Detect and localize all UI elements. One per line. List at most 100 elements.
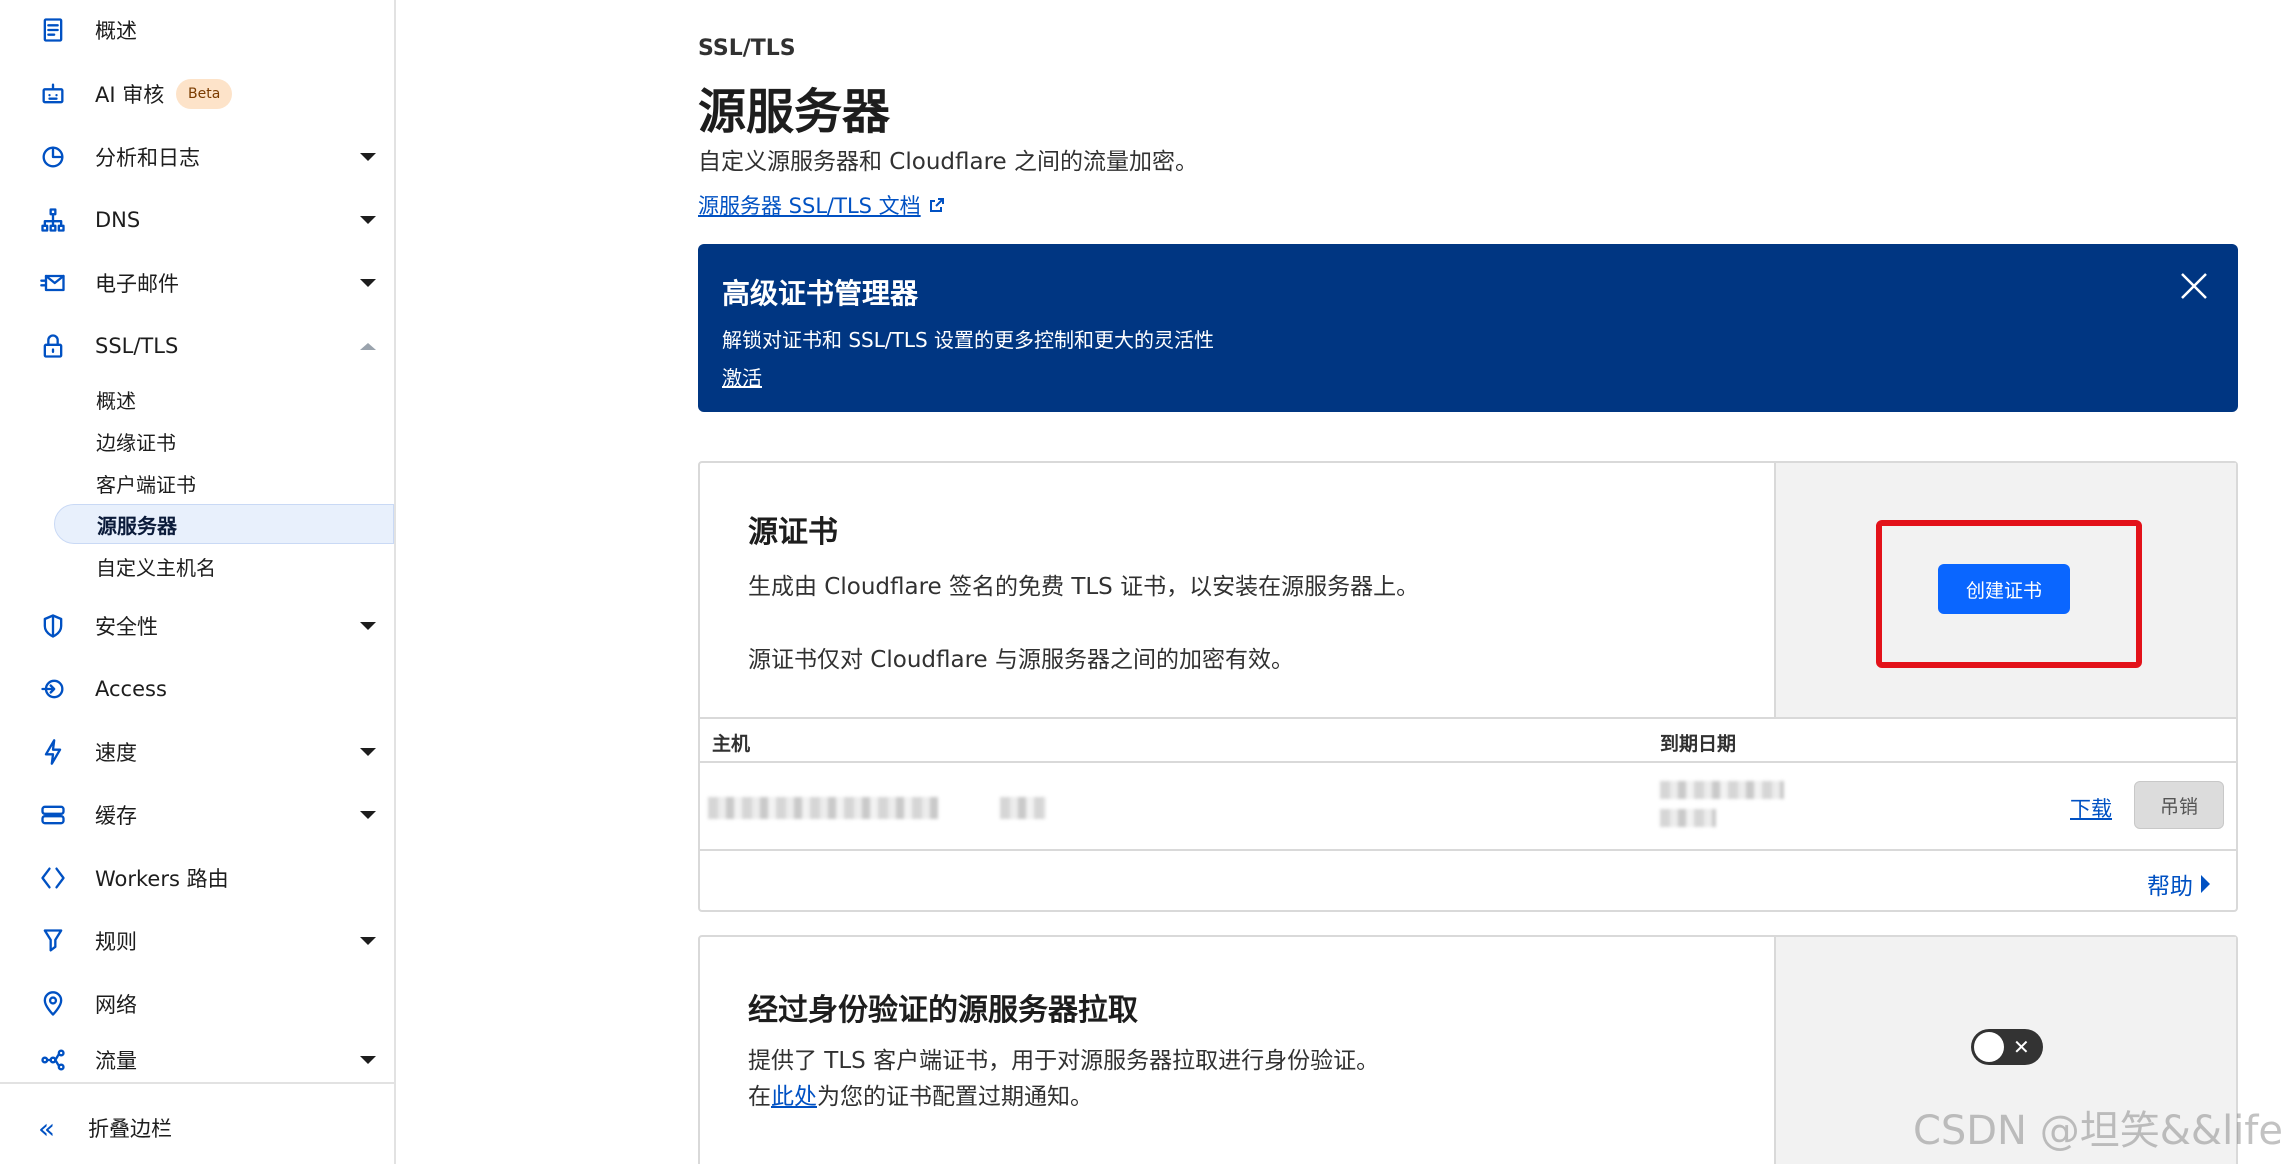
lightning-icon [38, 737, 68, 767]
toggle-off-icon: ✕ [2013, 1035, 2030, 1059]
card-title: 经过身份验证的源服务器拉取 [748, 993, 1138, 1028]
download-link[interactable]: 下载 [2070, 793, 2112, 823]
authenticated-origin-pulls-toggle[interactable]: ✕ [1971, 1029, 2043, 1065]
sidebar-subitem-edge-certificates[interactable]: 边缘证书 [54, 421, 394, 461]
sidebar-item-label: 电子邮件 [95, 272, 179, 296]
double-chevron-left-icon: « [38, 1111, 56, 1145]
advanced-certificate-banner: 高级证书管理器 解锁对证书和 SSL/TLS 设置的更多控制和更大的灵活性 激活 [698, 244, 2238, 412]
text-suffix: 为您的证书配置过期通知。 [817, 1084, 1093, 1110]
revoke-button[interactable]: 吊销 [2134, 781, 2224, 829]
external-link-icon [929, 198, 944, 212]
card-description: 生成由 Cloudflare 签名的免费 TLS 证书，以安装在源服务器上。 [748, 574, 1420, 600]
sidebar-item-label: 安全性 [95, 615, 158, 639]
chevron-down-icon [360, 1056, 376, 1064]
banner-title: 高级证书管理器 [722, 277, 919, 310]
sidebar-item-label: Access [95, 677, 167, 701]
table-header: 主机 到期日期 [700, 717, 2236, 763]
here-link[interactable]: 此处 [771, 1084, 817, 1110]
toggle-knob [1974, 1032, 2004, 1062]
sidebar-item-traffic[interactable]: 流量 [0, 1039, 394, 1081]
sidebar-item-access[interactable]: Access [0, 661, 394, 717]
robot-icon [38, 79, 68, 109]
table-row: 下载 吊销 [700, 763, 2236, 851]
sidebar-subitem-client-certificates[interactable]: 客户端证书 [54, 463, 394, 503]
watermark: CSDN @坦笑&&life [1912, 1108, 2283, 1154]
sidebar-item-email[interactable]: 电子邮件 [0, 255, 394, 311]
sidebar-item-label: 分析和日志 [95, 146, 200, 170]
chevron-down-icon [360, 937, 376, 945]
docs-link-label: 源服务器 SSL/TLS 文档 [698, 194, 921, 218]
chevron-down-icon [360, 216, 376, 224]
network-icon [38, 205, 68, 235]
sidebar-item-network[interactable]: 网络 [0, 976, 394, 1032]
help-row: 帮助 [700, 851, 2236, 912]
sidebar-item-label: 流量 [95, 1049, 137, 1073]
sidebar-item-workers-routes[interactable]: Workers 路由 [0, 850, 394, 906]
chevron-down-icon [360, 811, 376, 819]
redacted-expiry [1660, 809, 1716, 827]
chevron-down-icon [360, 153, 376, 161]
lock-icon [38, 331, 68, 361]
banner-text: 解锁对证书和 SSL/TLS 设置的更多控制和更大的灵活性 [722, 328, 1215, 352]
collapse-sidebar-button[interactable]: « 折叠边栏 [0, 1098, 394, 1158]
sidebar-item-label: 速度 [95, 741, 137, 765]
beta-badge: Beta [176, 79, 233, 109]
breadcrumb: SSL/TLS [698, 36, 796, 61]
sidebar-divider [0, 1082, 394, 1084]
chevron-down-icon [360, 748, 376, 756]
page-subtitle: 自定义源服务器和 Cloudflare 之间的流量加密。 [698, 149, 1199, 175]
location-pin-icon [38, 989, 68, 1019]
column-header-host: 主机 [712, 733, 751, 755]
traffic-icon [38, 1045, 68, 1075]
card-description: 提供了 TLS 客户端证书，用于对源服务器拉取进行身份验证。 [748, 1048, 1380, 1074]
page-title: 源服务器 [698, 84, 891, 140]
help-label: 帮助 [2147, 874, 2193, 900]
sidebar-item-label: AI 审核 [95, 83, 165, 107]
sidebar-item-analytics[interactable]: 分析和日志 [0, 129, 394, 185]
sidebar-item-ai-audit[interactable]: AI 审核 Beta [0, 66, 394, 122]
sidebar-subitem-origin-server[interactable]: 源服务器 [54, 504, 394, 544]
sidebar: 概述 AI 审核 Beta 分析和日志 DNS 电子邮件 SSL/TLS 概述 … [0, 0, 396, 1164]
close-icon[interactable] [2174, 266, 2214, 306]
sidebar-subitem-custom-hostnames[interactable]: 自定义主机名 [54, 546, 394, 586]
help-link[interactable]: 帮助 [2147, 867, 2210, 901]
sidebar-item-label: Workers 路由 [95, 867, 229, 891]
activate-link[interactable]: 激活 [722, 362, 762, 391]
sidebar-item-label: SSL/TLS [95, 334, 179, 358]
collapse-sidebar-label: 折叠边栏 [88, 1117, 172, 1141]
pie-chart-icon [38, 142, 68, 172]
sidebar-item-label: 概述 [95, 19, 137, 43]
redacted-host [708, 797, 938, 819]
sidebar-item-label: 缓存 [95, 804, 137, 828]
sidebar-item-speed[interactable]: 速度 [0, 724, 394, 780]
sidebar-item-dns[interactable]: DNS [0, 192, 394, 248]
text-prefix: 在 [748, 1084, 771, 1110]
card-description: 源证书仅对 Cloudflare 与源服务器之间的加密有效。 [748, 647, 1295, 673]
highlight-annotation [1876, 520, 2142, 668]
chevron-up-icon [360, 342, 376, 350]
shield-icon [38, 611, 68, 641]
email-icon [38, 268, 68, 298]
chevron-right-icon [2201, 875, 2210, 893]
sidebar-item-caching[interactable]: 缓存 [0, 787, 394, 843]
chevron-down-icon [360, 622, 376, 630]
funnel-icon [38, 926, 68, 956]
card-title: 源证书 [748, 515, 838, 550]
sidebar-item-security[interactable]: 安全性 [0, 598, 394, 654]
origin-certificates-card: 源证书 生成由 Cloudflare 签名的免费 TLS 证书，以安装在源服务器… [698, 461, 2238, 912]
main-content: SSL/TLS 源服务器 自定义源服务器和 Cloudflare 之间的流量加密… [698, 0, 2238, 1164]
access-icon [38, 674, 68, 704]
redacted-expiry [1660, 781, 1784, 799]
column-header-expiry: 到期日期 [1660, 733, 1737, 755]
chevron-down-icon [360, 279, 376, 287]
workers-icon [38, 863, 68, 893]
docs-link[interactable]: 源服务器 SSL/TLS 文档 [698, 190, 945, 220]
sidebar-item-overview[interactable]: 概述 [0, 2, 394, 58]
card-description: 在此处为您的证书配置过期通知。 [748, 1077, 1093, 1111]
sidebar-item-label: 规则 [95, 930, 137, 954]
redacted-host [1000, 797, 1046, 819]
document-icon [38, 15, 68, 45]
sidebar-item-rules[interactable]: 规则 [0, 913, 394, 969]
sidebar-subitem-overview[interactable]: 概述 [54, 379, 394, 419]
sidebar-item-ssl-tls[interactable]: SSL/TLS [0, 318, 394, 374]
